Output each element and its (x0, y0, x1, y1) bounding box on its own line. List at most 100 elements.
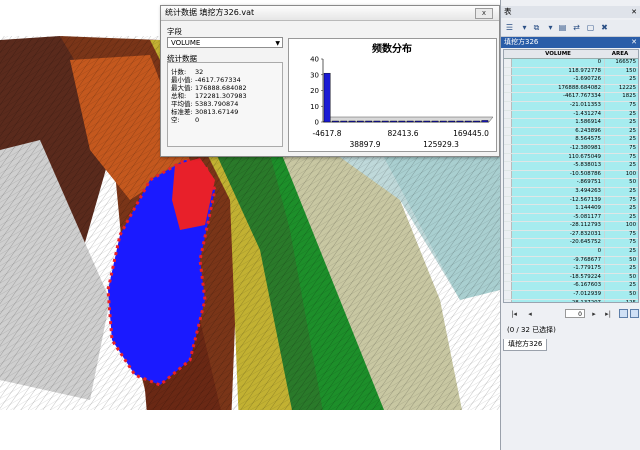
row-selector[interactable] (504, 59, 512, 67)
row-selector[interactable] (504, 196, 512, 205)
table-row[interactable]: 110.675049 75 (504, 153, 638, 163)
table-row[interactable]: -28.137207 125 (504, 299, 638, 302)
table-row[interactable]: -27.832031 75 (504, 230, 638, 240)
field-select[interactable]: VOLUME ▼ (167, 37, 283, 48)
row-selector[interactable] (504, 230, 512, 239)
row-selector[interactable] (504, 282, 512, 291)
chevron-down-icon[interactable]: ▾ (545, 23, 556, 33)
table-row[interactable]: 118.972778 150 (504, 67, 638, 77)
row-selector[interactable] (504, 291, 512, 299)
row-selector[interactable] (504, 127, 512, 136)
row-selector[interactable] (504, 84, 512, 93)
row-selector[interactable] (504, 256, 512, 265)
table-row[interactable]: 0 166575 (504, 59, 638, 68)
cell-area: 25 (604, 76, 638, 84)
row-selector[interactable] (504, 136, 512, 144)
table-row[interactable]: -5.838013 25 (504, 162, 638, 171)
cell-area: 50 (604, 256, 638, 265)
close-icon[interactable]: ✕ (631, 6, 637, 18)
chart-y-tick-label: 0 (315, 119, 319, 127)
row-selector[interactable] (504, 101, 512, 110)
close-icon[interactable]: ✕ (631, 37, 637, 48)
table-row[interactable]: -18.579224 50 (504, 273, 638, 283)
row-selector[interactable] (504, 76, 512, 84)
chevron-down-icon[interactable]: ▾ (519, 23, 530, 33)
row-selector[interactable] (504, 144, 512, 153)
table-row[interactable]: 8.564575 25 (504, 136, 638, 145)
cell-volume: -20.645752 (512, 239, 604, 248)
row-selector[interactable] (504, 205, 512, 213)
chart-x-tick-label: 169445.0 (453, 129, 489, 138)
row-selector[interactable] (504, 179, 512, 187)
table-row[interactable]: -21.011353 75 (504, 101, 638, 111)
statistics-title-bar[interactable]: 统计数据 填挖方326.vat x (161, 6, 499, 21)
show-selected-records-icon[interactable] (630, 309, 639, 318)
attribute-table[interactable]: VOLUME AREA 0 166575 118.972778 150 -1.69072… (503, 49, 639, 303)
close-button[interactable]: x (475, 8, 493, 19)
row-selector[interactable] (504, 170, 512, 179)
table-row[interactable]: -1.779175 25 (504, 265, 638, 274)
table-row[interactable]: -6.167603 25 (504, 282, 638, 292)
table-row[interactable]: -1.431274 25 (504, 110, 638, 120)
table-panel[interactable]: 表 ✕ ☰ ▾ ⧉ ▾ ▤ ⇄ ▢ ✖ 填挖方326 ✕ VOLUME AREA… (500, 0, 640, 450)
first-record-icon[interactable]: |◂ (509, 309, 519, 319)
related-tables-icon[interactable]: ⧉ (531, 23, 542, 33)
row-selector[interactable] (504, 248, 512, 256)
table-row[interactable]: -5.081177 25 (504, 213, 638, 223)
table-row[interactable]: -4617.767334 1825 (504, 93, 638, 102)
prev-record-icon[interactable]: ◂ (525, 309, 535, 319)
table-row[interactable]: 1.586914 25 (504, 119, 638, 128)
clear-selection-icon[interactable]: ▢ (585, 23, 596, 33)
cell-area: 25 (604, 265, 638, 273)
switch-selection-icon[interactable]: ⇄ (571, 23, 582, 33)
cell-area: 50 (604, 179, 638, 187)
cell-volume: 6.243896 (512, 127, 604, 136)
record-number-input[interactable]: 0 (565, 309, 585, 318)
column-header-area[interactable]: AREA (604, 50, 636, 58)
table-row[interactable]: -.869751 50 (504, 179, 638, 188)
table-row[interactable]: -1.690726 25 (504, 76, 638, 85)
next-record-icon[interactable]: ▸ (589, 309, 599, 319)
row-selector[interactable] (504, 239, 512, 248)
table-row[interactable]: -12.380981 75 (504, 144, 638, 154)
row-selector[interactable] (504, 67, 512, 76)
table-row[interactable]: 1.144409 25 (504, 205, 638, 214)
delete-selected-icon[interactable]: ✖ (599, 23, 610, 33)
table-row[interactable]: 3.494263 25 (504, 187, 638, 197)
table-row[interactable]: -12.567139 75 (504, 196, 638, 206)
row-selector[interactable] (504, 110, 512, 119)
row-selector[interactable] (504, 153, 512, 162)
column-header-volume[interactable]: VOLUME (512, 50, 604, 58)
select-by-attributes-icon[interactable]: ▤ (557, 23, 568, 33)
table-options-icon[interactable]: ☰ (504, 23, 515, 33)
row-selector[interactable] (504, 299, 512, 302)
row-selector[interactable] (504, 222, 512, 230)
table-tab[interactable]: 填挖方326 (503, 339, 548, 351)
table-row[interactable]: -28.112793 100 (504, 222, 638, 231)
row-selector[interactable] (504, 273, 512, 282)
cell-volume: -1.431274 (512, 110, 604, 119)
cell-area: 75 (604, 153, 638, 162)
row-selector[interactable] (504, 119, 512, 127)
statistics-window[interactable]: 统计数据 填挖方326.vat x 字段 VOLUME ▼ 统计数据 计数: 32… (160, 5, 500, 157)
show-all-records-icon[interactable] (619, 309, 628, 318)
row-selector[interactable] (504, 213, 512, 222)
row-selector[interactable] (504, 265, 512, 273)
row-selector[interactable] (504, 187, 512, 196)
stat-row: 空: 0 (171, 116, 200, 124)
table-row[interactable]: -7.012939 50 (504, 291, 638, 300)
chart-bar (456, 120, 464, 123)
row-selector[interactable] (504, 162, 512, 170)
table-row[interactable]: 176888.684082 12225 (504, 84, 638, 94)
table-row[interactable]: 6.243896 25 (504, 127, 638, 137)
last-record-icon[interactable]: ▸| (603, 309, 613, 319)
table-row[interactable]: -10.508786 100 (504, 170, 638, 180)
cell-area: 25 (604, 205, 638, 213)
table-row[interactable]: -9.768677 50 (504, 256, 638, 266)
row-selector[interactable] (504, 93, 512, 101)
table-row[interactable]: -20.645752 75 (504, 239, 638, 249)
chart-bar (464, 120, 472, 123)
cell-volume: 110.675049 (512, 153, 604, 162)
cell-volume: -6.167603 (512, 282, 604, 291)
table-row[interactable]: 0 25 (504, 248, 638, 257)
